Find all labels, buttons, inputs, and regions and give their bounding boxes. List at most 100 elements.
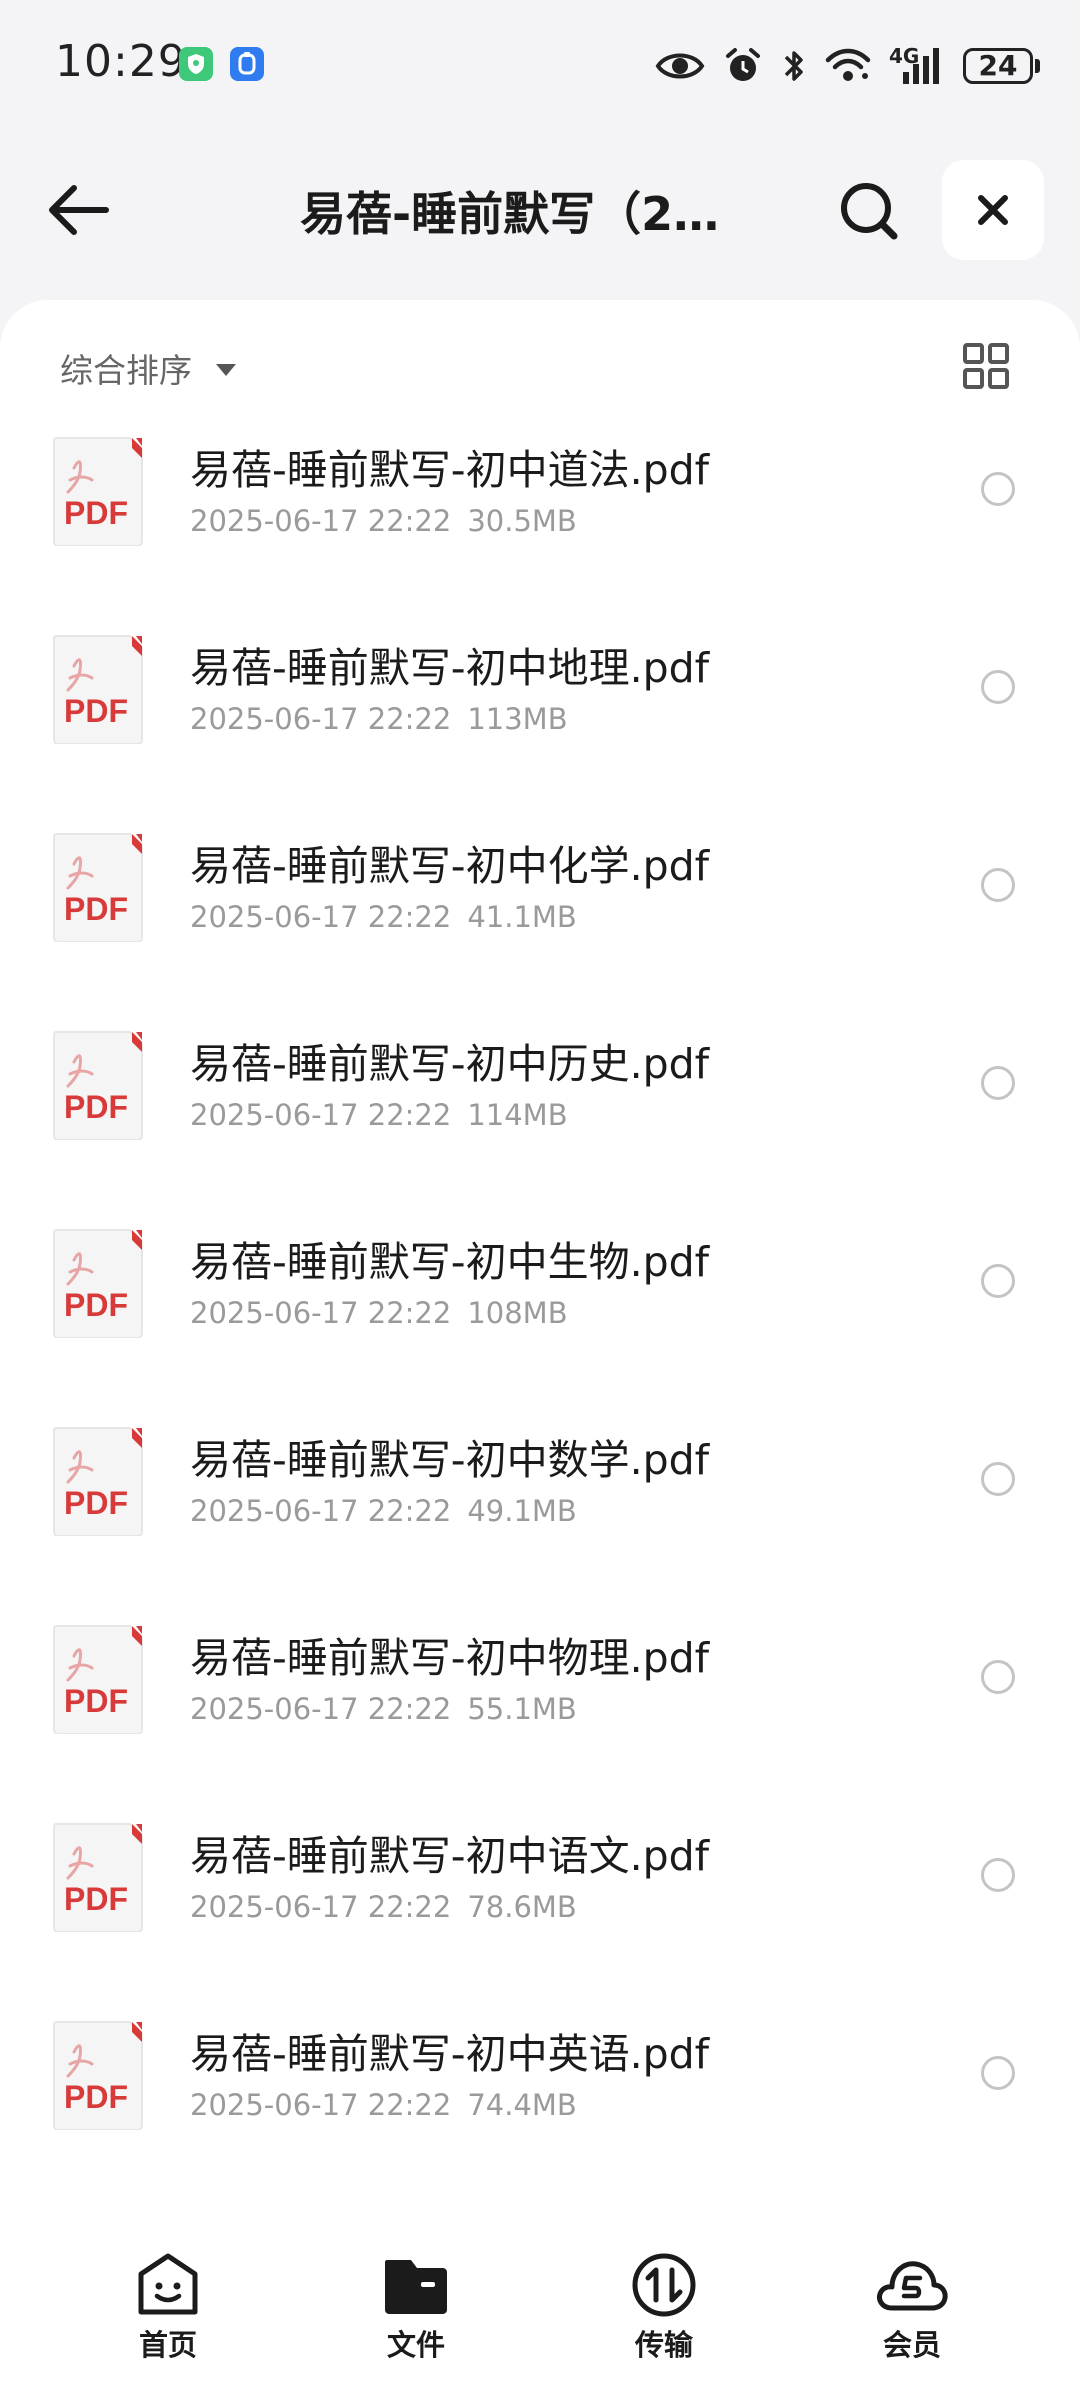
search-icon xyxy=(841,183,898,240)
status-time: 10:29 xyxy=(55,36,187,87)
file-name: 易蓓-睡前默写-初中语文.pdf xyxy=(190,1832,710,1880)
file-size: 49.1MB xyxy=(467,1494,577,1528)
select-radio[interactable] xyxy=(981,2056,1015,2090)
blue-app-icon xyxy=(229,46,265,86)
file-row[interactable]: PDF 易蓓-睡前默写-初中物理.pdf 2025-06-17 22:22 55.1M… xyxy=(0,1624,1080,1822)
status-icons: 4G 24 xyxy=(655,40,1040,92)
select-radio[interactable] xyxy=(981,1264,1015,1298)
nav-home-label: 首页 xyxy=(138,2328,197,2362)
nav-home[interactable]: 首页 xyxy=(88,2252,248,2364)
file-date: 2025-06-17 22:22 xyxy=(190,1692,452,1726)
select-radio[interactable] xyxy=(981,1660,1015,1694)
file-meta: 2025-06-17 22:22 78.6MB xyxy=(190,1890,577,1924)
file-date: 2025-06-17 22:22 xyxy=(190,1890,452,1924)
file-row[interactable]: PDF 易蓓-睡前默写-初中地理.pdf 2025-06-17 22:22 113MB xyxy=(0,634,1080,832)
file-meta: 2025-06-17 22:22 113MB xyxy=(190,702,568,736)
bottom-nav: 首页 文件 传输 会员 xyxy=(0,2230,1080,2388)
file-row[interactable]: PDF 易蓓-睡前默写-初中历史.pdf 2025-06-17 22:22 114MB xyxy=(0,1030,1080,1228)
pdf-label: PDF xyxy=(64,1089,128,1125)
file-name: 易蓓-睡前默写-初中物理.pdf xyxy=(190,1634,710,1682)
file-size: 113MB xyxy=(467,702,568,736)
file-row[interactable]: PDF 易蓓-睡前默写-初中数学.pdf 2025-06-17 22:22 49.1M… xyxy=(0,1426,1080,1624)
file-meta: 2025-06-17 22:22 55.1MB xyxy=(190,1692,577,1726)
page-title: 易蓓-睡前默写（2… xyxy=(300,187,720,241)
pdf-file-icon: PDF xyxy=(53,1625,143,1734)
file-date: 2025-06-17 22:22 xyxy=(190,1494,452,1528)
file-name: 易蓓-睡前默写-初中英语.pdf xyxy=(190,2030,710,2078)
file-date: 2025-06-17 22:22 xyxy=(190,1296,452,1330)
battery-icon: 24 xyxy=(963,48,1040,84)
select-radio[interactable] xyxy=(981,1858,1015,1892)
back-arrow-icon xyxy=(49,185,109,235)
file-meta: 2025-06-17 22:22 30.5MB xyxy=(190,504,577,538)
pdf-label: PDF xyxy=(64,891,128,927)
select-radio[interactable] xyxy=(981,670,1015,704)
file-size: 41.1MB xyxy=(467,900,577,934)
file-meta: 2025-06-17 22:22 41.1MB xyxy=(190,900,577,934)
file-meta: 2025-06-17 22:22 49.1MB xyxy=(190,1494,577,1528)
pdf-file-icon: PDF xyxy=(53,833,143,942)
select-radio[interactable] xyxy=(981,868,1015,902)
close-icon xyxy=(978,195,1008,225)
pdf-label: PDF xyxy=(64,1683,128,1719)
file-row[interactable]: PDF 易蓓-睡前默写-初中化学.pdf 2025-06-17 22:22 41.1M… xyxy=(0,832,1080,1030)
grid-view-button[interactable] xyxy=(962,342,1010,390)
file-row[interactable]: PDF 易蓓-睡前默写-初中英语.pdf 2025-06-17 22:22 74.4M… xyxy=(0,2020,1080,2218)
file-date: 2025-06-17 22:22 xyxy=(190,1098,452,1132)
pdf-file-icon: PDF xyxy=(53,2021,143,2130)
file-name: 易蓓-睡前默写-初中道法.pdf xyxy=(190,446,710,494)
battery-level: 24 xyxy=(963,48,1033,84)
file-date: 2025-06-17 22:22 xyxy=(190,702,452,736)
file-name: 易蓓-睡前默写-初中化学.pdf xyxy=(190,842,710,890)
file-name: 易蓓-睡前默写-初中数学.pdf xyxy=(190,1436,710,1484)
pdf-file-icon: PDF xyxy=(53,1229,143,1338)
pdf-file-icon: PDF xyxy=(53,1031,143,1140)
pdf-label: PDF xyxy=(64,693,128,729)
file-size: 114MB xyxy=(467,1098,568,1132)
folder-icon xyxy=(385,2260,447,2314)
file-size: 74.4MB xyxy=(467,2088,577,2122)
pdf-file-icon: PDF xyxy=(53,1427,143,1536)
sort-label: 综合排序 xyxy=(60,351,192,390)
file-name: 易蓓-睡前默写-初中地理.pdf xyxy=(190,644,710,692)
file-name: 易蓓-睡前默写-初中生物.pdf xyxy=(190,1238,710,1286)
file-size: 78.6MB xyxy=(467,1890,577,1924)
pdf-label: PDF xyxy=(64,495,128,531)
nav-files[interactable]: 文件 xyxy=(336,2252,496,2364)
nav-transfer-label: 传输 xyxy=(634,2328,693,2362)
nav-transfer[interactable]: 传输 xyxy=(584,2252,744,2364)
signal-icon: 4G xyxy=(889,46,945,86)
file-date: 2025-06-17 22:22 xyxy=(190,900,452,934)
alarm-icon xyxy=(726,48,760,81)
file-row[interactable]: PDF 易蓓-睡前默写-初中道法.pdf 2025-06-17 22:22 30.5M… xyxy=(0,436,1080,634)
sort-caret-icon xyxy=(216,364,236,376)
home-face-icon xyxy=(138,2253,198,2315)
nav-vip[interactable]: 会员 xyxy=(832,2252,992,2364)
status-bar: 10:29 4G 24 xyxy=(0,0,1080,130)
close-button[interactable] xyxy=(942,160,1044,260)
select-radio[interactable] xyxy=(981,1462,1015,1496)
pdf-file-icon: PDF xyxy=(53,437,143,546)
file-row[interactable]: PDF 易蓓-睡前默写-初中语文.pdf 2025-06-17 22:22 78.6M… xyxy=(0,1822,1080,2020)
nav-vip-label: 会员 xyxy=(882,2328,941,2362)
pdf-label: PDF xyxy=(64,1881,128,1917)
file-row[interactable]: PDF 易蓓-睡前默写-初中生物.pdf 2025-06-17 22:22 108MB xyxy=(0,1228,1080,1426)
bluetooth-icon xyxy=(784,51,803,81)
wifi-icon xyxy=(825,48,871,81)
file-list-panel: 综合排序 PDF 易蓓-睡前默写-初中道法.pdf 2025-06-17 22:22… xyxy=(0,300,1080,2388)
file-meta: 2025-06-17 22:22 108MB xyxy=(190,1296,568,1330)
transfer-icon xyxy=(632,2253,696,2317)
pdf-file-icon: PDF xyxy=(53,1823,143,1932)
search-button[interactable] xyxy=(834,176,904,246)
back-button[interactable] xyxy=(40,180,120,240)
grid-view-icon xyxy=(963,343,1009,389)
pdf-file-icon: PDF xyxy=(53,635,143,744)
file-date: 2025-06-17 22:22 xyxy=(190,2088,452,2122)
pdf-label: PDF xyxy=(64,2079,128,2115)
sort-dropdown[interactable]: 综合排序 xyxy=(60,344,236,392)
select-radio[interactable] xyxy=(981,1066,1015,1100)
pdf-label: PDF xyxy=(64,1287,128,1323)
shield-app-icon xyxy=(178,46,214,86)
vip-cloud-icon xyxy=(877,2261,948,2311)
select-radio[interactable] xyxy=(981,472,1015,506)
